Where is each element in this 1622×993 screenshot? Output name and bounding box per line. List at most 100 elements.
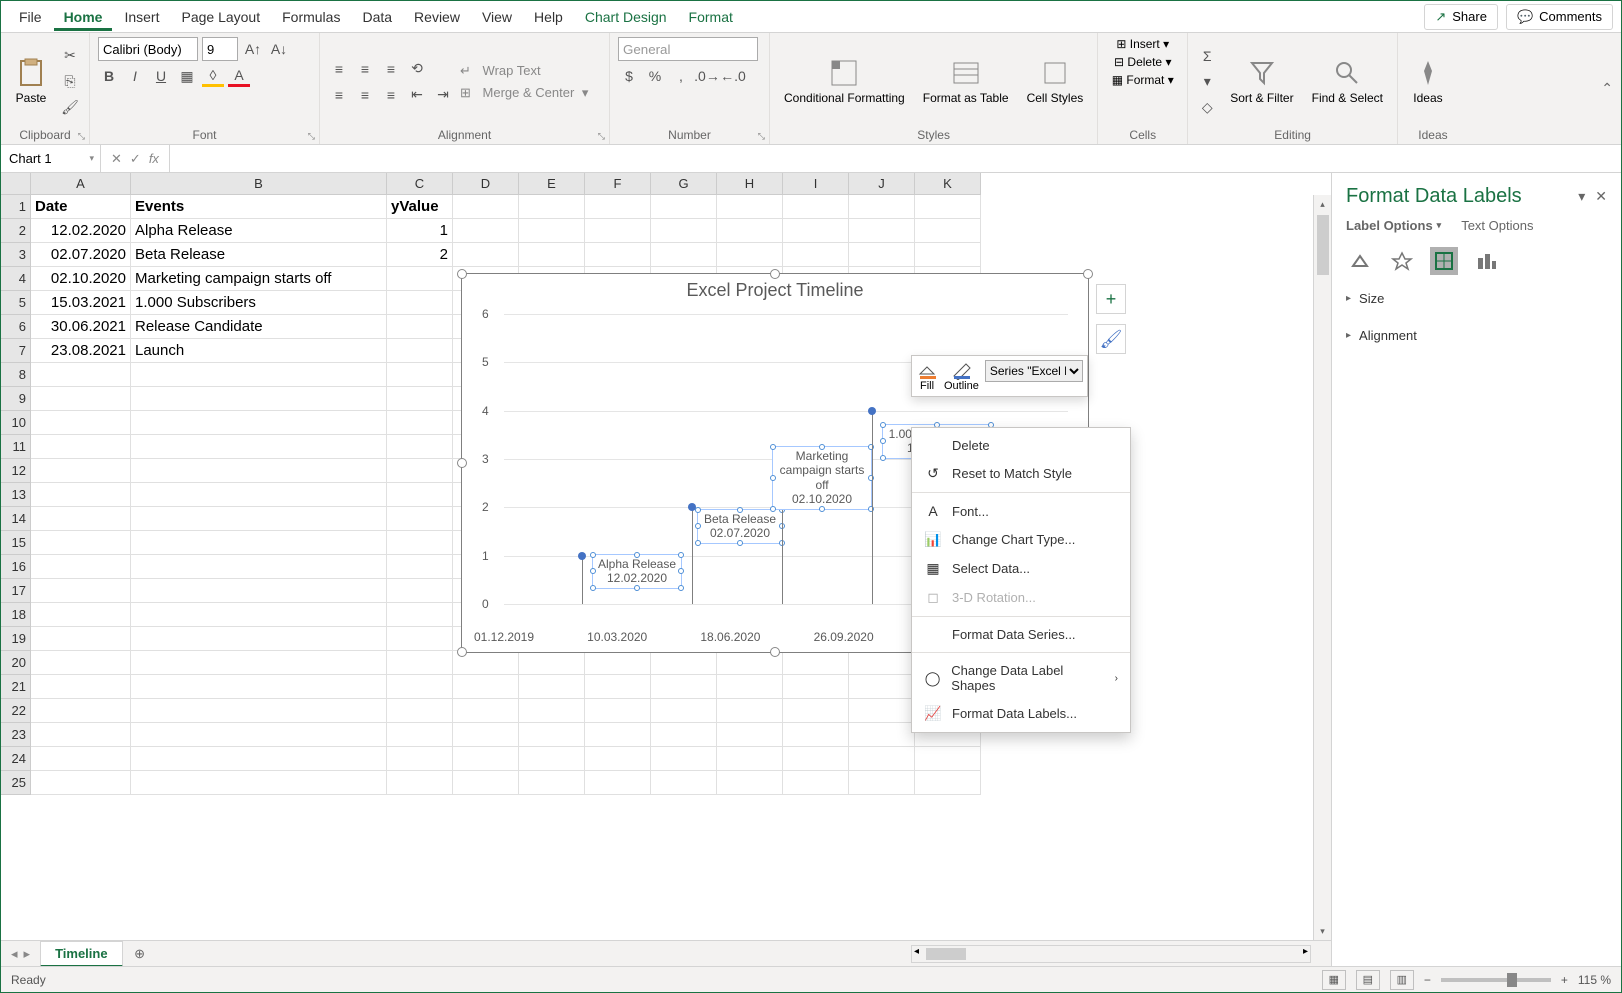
cell[interactable] (717, 195, 783, 219)
cell[interactable] (651, 747, 717, 771)
cell[interactable] (651, 243, 717, 267)
cell[interactable] (453, 723, 519, 747)
bold-button[interactable]: B (98, 65, 120, 87)
cell[interactable] (519, 243, 585, 267)
row-header[interactable]: 8 (1, 363, 31, 387)
cell[interactable] (131, 435, 387, 459)
zoom-level[interactable]: 115 % (1578, 973, 1611, 987)
cell[interactable] (387, 603, 453, 627)
tab-help[interactable]: Help (524, 3, 573, 31)
row-header[interactable]: 22 (1, 699, 31, 723)
cell[interactable] (387, 675, 453, 699)
cell[interactable] (131, 195, 387, 219)
cell[interactable] (519, 747, 585, 771)
row-header[interactable]: 25 (1, 771, 31, 795)
format-cells-button[interactable]: ▦ Format ▾ (1112, 73, 1174, 87)
row-header[interactable]: 17 (1, 579, 31, 603)
row-header[interactable]: 5 (1, 291, 31, 315)
cell[interactable] (131, 219, 387, 243)
chart-styles-button[interactable]: 🖌 (1096, 324, 1126, 354)
panel-fill-icon[interactable] (1346, 247, 1374, 275)
zoom-out-button[interactable]: − (1424, 973, 1431, 987)
borders-button[interactable]: ▦ (176, 65, 198, 87)
column-header[interactable]: H (717, 173, 783, 195)
cell[interactable] (585, 723, 651, 747)
cell[interactable] (131, 267, 387, 291)
cell[interactable] (31, 363, 131, 387)
vertical-scrollbar[interactable]: ▴ ▾ (1313, 195, 1331, 940)
tab-page-layout[interactable]: Page Layout (171, 3, 270, 31)
clear-button[interactable]: ◇ (1196, 97, 1218, 119)
cell[interactable] (131, 363, 387, 387)
cell[interactable] (31, 699, 131, 723)
delete-cells-button[interactable]: ⊟ Delete ▾ (1114, 55, 1171, 69)
row-header[interactable]: 4 (1, 267, 31, 291)
autosum-button[interactable]: Σ (1196, 45, 1218, 67)
cell[interactable] (387, 507, 453, 531)
fill-color-button[interactable]: ◊ (202, 65, 224, 87)
copy-button[interactable]: ⎘ (59, 71, 81, 93)
cell[interactable] (387, 363, 453, 387)
cell[interactable] (651, 195, 717, 219)
cell[interactable] (453, 219, 519, 243)
underline-button[interactable]: U (150, 65, 172, 87)
cell[interactable] (387, 195, 453, 219)
format-painter-button[interactable]: 🖌 (59, 97, 81, 119)
cell[interactable] (31, 723, 131, 747)
cell[interactable] (519, 219, 585, 243)
cell[interactable] (519, 771, 585, 795)
enter-formula-button[interactable]: ✓ (130, 151, 141, 167)
sheet-prev-button[interactable]: ◂ (11, 946, 18, 962)
zoom-slider[interactable] (1441, 978, 1551, 982)
insert-cells-button[interactable]: ⊞ Insert ▾ (1116, 37, 1169, 51)
cell[interactable] (585, 747, 651, 771)
comma-button[interactable]: , (670, 65, 692, 87)
ctx-font[interactable]: AFont... (912, 497, 1130, 525)
increase-font-button[interactable]: A↑ (242, 38, 264, 60)
cell[interactable] (783, 675, 849, 699)
cell[interactable] (519, 699, 585, 723)
cell[interactable] (585, 771, 651, 795)
row-header[interactable]: 21 (1, 675, 31, 699)
cell[interactable] (131, 507, 387, 531)
cell[interactable] (387, 483, 453, 507)
cell[interactable] (31, 387, 131, 411)
cell[interactable] (131, 771, 387, 795)
cell[interactable] (131, 603, 387, 627)
cell[interactable] (387, 627, 453, 651)
cell[interactable] (717, 243, 783, 267)
cell[interactable] (387, 219, 453, 243)
cell[interactable] (849, 771, 915, 795)
panel-size-section[interactable]: Size (1346, 285, 1607, 312)
cell[interactable] (387, 315, 453, 339)
cell[interactable] (131, 411, 387, 435)
cell[interactable] (31, 483, 131, 507)
fill-button[interactable]: ▾ (1196, 71, 1218, 93)
cell[interactable] (387, 387, 453, 411)
tab-formulas[interactable]: Formulas (272, 3, 350, 31)
name-box[interactable]: Chart 1 (1, 145, 101, 172)
cell[interactable] (717, 723, 783, 747)
cell[interactable] (387, 723, 453, 747)
chart-data-label[interactable]: Marketing campaign starts off02.10.2020 (772, 446, 872, 510)
cell[interactable] (387, 531, 453, 555)
cell[interactable] (717, 771, 783, 795)
select-all-corner[interactable] (1, 173, 31, 195)
cell[interactable] (131, 579, 387, 603)
ctx-format-data-series[interactable]: Format Data Series... (912, 621, 1130, 648)
cell[interactable] (31, 291, 131, 315)
cell[interactable] (131, 387, 387, 411)
ctx-reset[interactable]: ↺Reset to Match Style (912, 459, 1130, 488)
cell[interactable] (651, 723, 717, 747)
cell[interactable] (849, 195, 915, 219)
cell[interactable] (585, 675, 651, 699)
ctx-format-data-labels[interactable]: 📈Format Data Labels... (912, 699, 1130, 728)
font-size-input[interactable] (202, 37, 238, 61)
decrease-decimal-button[interactable]: ←.0 (722, 65, 744, 87)
cell[interactable] (453, 747, 519, 771)
row-header[interactable]: 20 (1, 651, 31, 675)
panel-text-options-tab[interactable]: Text Options (1461, 218, 1533, 233)
column-header[interactable]: I (783, 173, 849, 195)
cell[interactable] (131, 531, 387, 555)
zoom-in-button[interactable]: + (1561, 973, 1568, 987)
